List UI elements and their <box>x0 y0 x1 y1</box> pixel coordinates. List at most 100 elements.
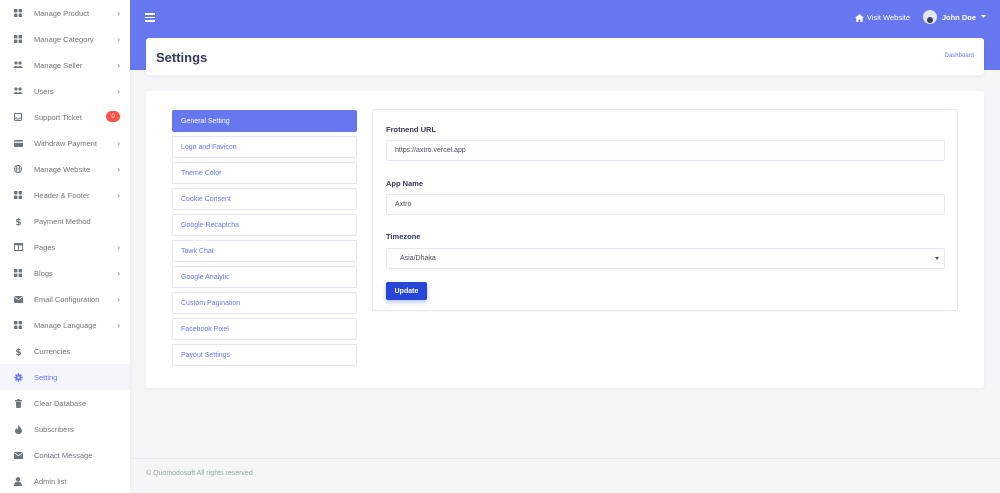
chevron-right-icon: › <box>117 34 120 44</box>
avatar <box>922 10 937 24</box>
envelope-icon <box>13 294 23 304</box>
sidebar-item-support-ticket[interactable]: Support Ticket 0 <box>0 104 130 130</box>
sidebar-item-contact-message[interactable]: Contact Message <box>0 442 130 468</box>
tab-google-analytic[interactable]: Google Analytic <box>172 266 357 288</box>
sidebar-item-currencies[interactable]: $ Currencies <box>0 338 130 364</box>
user-icon <box>13 476 23 486</box>
sidebar-item-users[interactable]: Users › <box>0 78 130 104</box>
sidebar-item-label: Users <box>34 86 54 96</box>
home-icon <box>854 13 864 22</box>
sidebar-item-manage-seller[interactable]: Manage Seller › <box>0 52 130 78</box>
sidebar-item-clear-database[interactable]: Clear Database <box>0 390 130 416</box>
chevron-right-icon: › <box>117 268 120 278</box>
sidebar-item-label: Email Configuration <box>34 294 100 304</box>
tab-cookie-consent[interactable]: Cookie Consent <box>172 188 357 210</box>
footer-divider <box>130 458 1000 459</box>
sidebar-item-label: Header & Footer <box>34 190 90 200</box>
page-title: Settings <box>156 50 208 65</box>
user-menu[interactable]: John Doe <box>922 10 986 24</box>
sidebar-item-manage-language[interactable]: Manage Language › <box>0 312 130 338</box>
grid-icon <box>13 34 23 44</box>
sidebar-item-label: Manage Website <box>34 164 91 174</box>
gear-icon <box>13 372 23 382</box>
tab-facebook-pixel[interactable]: Facebook Pixel <box>172 318 357 340</box>
sidebar-item-label: Payment Method <box>34 216 91 226</box>
frontend-url-input[interactable] <box>386 140 945 161</box>
chevron-right-icon: › <box>117 320 120 330</box>
tab-google-recaptcha[interactable]: Google Recaptcha <box>172 214 357 236</box>
sidebar-menu: Manage Product › Manage Category › Manage Se… <box>0 0 130 493</box>
grid-icon <box>13 190 23 200</box>
tab-tawk-chat[interactable]: Tawk Chat <box>172 240 357 262</box>
user-name: John Doe <box>941 12 976 22</box>
sidebar-item-setting[interactable]: Setting <box>0 364 130 390</box>
sidebar-item-label: Manage Language <box>34 320 97 330</box>
app-name-input[interactable] <box>386 194 945 215</box>
sidebar-item-label: Pages <box>34 242 56 252</box>
envelope-icon <box>13 450 23 460</box>
card-icon <box>13 138 23 148</box>
chevron-right-icon: › <box>117 60 120 70</box>
page-header: Settings Dashboard <box>146 38 984 75</box>
sidebar-item-admin-list[interactable]: Admin list <box>0 468 130 493</box>
tab-general-setting[interactable]: General Setting <box>172 110 357 132</box>
tab-logo-and-favicon[interactable]: Logo and Favicon <box>172 136 357 158</box>
svg-text:$: $ <box>15 348 21 356</box>
timezone-label: Timezone <box>386 232 421 241</box>
dollar-icon: $ <box>13 346 23 356</box>
chevron-right-icon: › <box>117 138 120 148</box>
chevron-right-icon: › <box>117 8 120 18</box>
general-setting-form: Frotnend URL App Name Timezone Asia/Dhak… <box>372 109 958 311</box>
sidebar-item-label: Manage Seller <box>34 60 83 70</box>
trash-icon <box>13 398 23 408</box>
columns-icon <box>13 242 23 252</box>
sidebar: Manage Product › Manage Category › Manage Se… <box>0 0 130 493</box>
sidebar-item-payment-method[interactable]: $ Payment Method <box>0 208 130 234</box>
chevron-right-icon: › <box>117 294 120 304</box>
sidebar-item-manage-category[interactable]: Manage Category › <box>0 26 130 52</box>
inbox-icon <box>13 112 23 122</box>
visit-website-link[interactable]: Visit Website <box>854 13 910 22</box>
dollar-icon: $ <box>13 216 23 226</box>
tab-theme-color[interactable]: Theme Color <box>172 162 357 184</box>
sidebar-item-label: Blogs <box>34 268 53 278</box>
sidebar-item-label: Clear Database <box>34 398 87 408</box>
sidebar-item-subscribers[interactable]: Subscribers <box>0 416 130 442</box>
sidebar-item-label: Support Ticket <box>34 112 82 122</box>
sidebar-item-label: Contact Message <box>34 450 93 460</box>
globe-icon <box>13 164 23 174</box>
sidebar-item-label: Admin list <box>34 476 67 486</box>
chevron-right-icon: › <box>117 164 120 174</box>
visit-website-label: Visit Website <box>866 13 910 22</box>
sidebar-item-withdraw-payment[interactable]: Withdraw Payment › <box>0 130 130 156</box>
chevron-right-icon: › <box>117 242 120 252</box>
update-button[interactable]: Update <box>386 282 427 300</box>
grid-icon <box>13 320 23 330</box>
tab-custom-pagination[interactable]: Custom Pagination <box>172 292 357 314</box>
sidebar-item-blogs[interactable]: Blogs › <box>0 260 130 286</box>
users-icon <box>13 60 23 70</box>
grid-icon <box>13 268 23 278</box>
breadcrumb-dashboard-link[interactable]: Dashboard <box>945 53 974 59</box>
sidebar-item-manage-website[interactable]: Manage Website › <box>0 156 130 182</box>
sidebar-item-email-configuration[interactable]: Email Configuration › <box>0 286 130 312</box>
tab-payout-settings[interactable]: Payout Settings <box>172 344 357 366</box>
svg-text:$: $ <box>15 218 21 226</box>
sidebar-item-manage-product[interactable]: Manage Product › <box>0 0 130 26</box>
chevron-right-icon: › <box>117 190 120 200</box>
settings-card: General Setting Logo and Favicon Theme Col… <box>146 91 984 388</box>
sidebar-item-label: Setting <box>34 372 58 382</box>
dropdown-caret-icon <box>935 257 939 260</box>
sidebar-item-label: Withdraw Payment <box>34 138 97 148</box>
sidebar-item-header-and-footer[interactable]: Header & Footer › <box>0 182 130 208</box>
timezone-select[interactable]: Asia/Dhaka <box>386 248 945 269</box>
hamburger-menu-icon[interactable] <box>145 13 155 22</box>
notification-badge: 0 <box>106 111 120 122</box>
sidebar-item-pages[interactable]: Pages › <box>0 234 130 260</box>
users-icon <box>13 86 23 96</box>
sidebar-item-label: Manage Product <box>34 8 90 18</box>
frontend-url-label: Frotnend URL <box>386 125 436 134</box>
footer-copyright: © Quomodosoft All rights reserved <box>146 470 253 477</box>
app-name-label: App Name <box>386 179 424 188</box>
fire-icon <box>13 424 23 434</box>
